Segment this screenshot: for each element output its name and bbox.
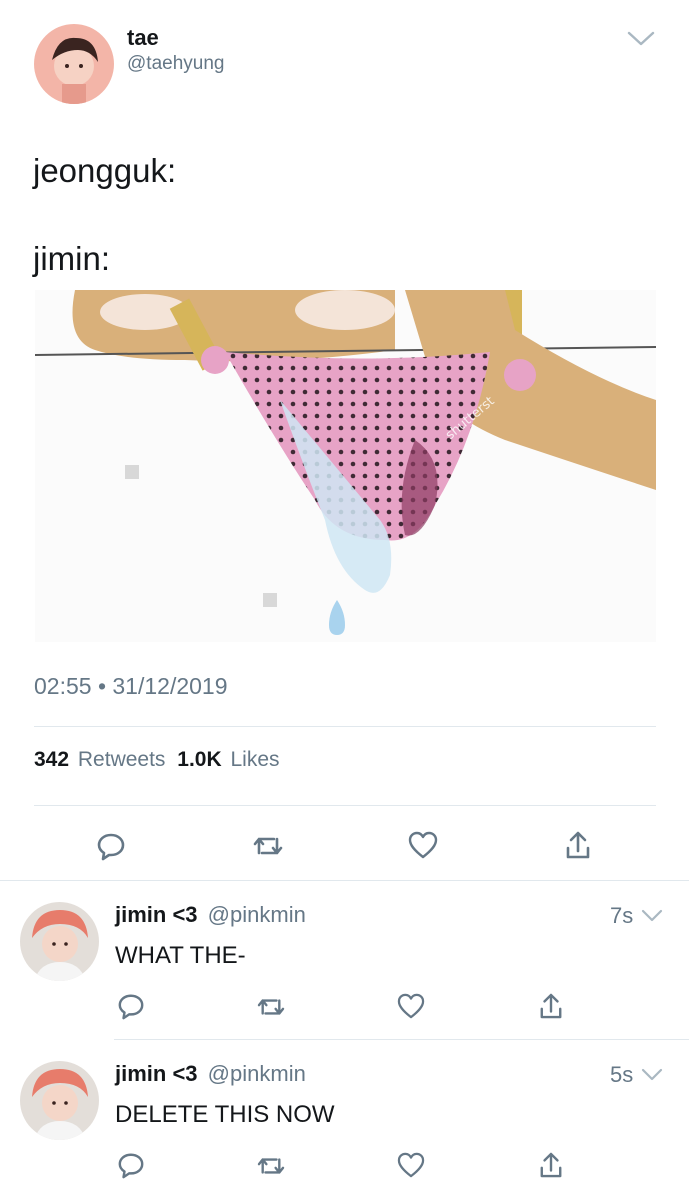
like-icon[interactable] bbox=[397, 993, 425, 1019]
retweet-label[interactable]: Retweets bbox=[78, 748, 166, 771]
reply-time: 5s bbox=[610, 1062, 634, 1087]
tweet-stats: 342 Retweets 1.0K Likes bbox=[34, 748, 280, 772]
reply-author-name[interactable]: jimin <3 bbox=[115, 902, 198, 927]
tweet-text-line-1: jeongguk: bbox=[33, 152, 177, 189]
divider bbox=[34, 726, 656, 727]
divider bbox=[34, 805, 656, 806]
author-name[interactable]: tae bbox=[127, 25, 159, 51]
reply-avatar[interactable] bbox=[20, 902, 99, 981]
share-icon[interactable] bbox=[539, 992, 563, 1020]
reply-author-handle[interactable]: @pinkmin bbox=[208, 1061, 306, 1086]
like-icon[interactable] bbox=[397, 1152, 425, 1178]
reply-time: 7s bbox=[610, 903, 634, 928]
tweet-text-line-2: jimin: bbox=[33, 240, 111, 277]
share-icon[interactable] bbox=[539, 1151, 563, 1179]
author-handle[interactable]: @taehyung bbox=[127, 53, 224, 75]
reply-divider bbox=[114, 1039, 689, 1040]
chevron-down-icon[interactable] bbox=[640, 906, 664, 924]
like-label[interactable]: Likes bbox=[230, 748, 279, 771]
like-count[interactable]: 1.0K bbox=[177, 748, 221, 771]
tweet-timestamp: 02:55 • 31/12/2019 bbox=[34, 673, 228, 699]
reply-icon[interactable] bbox=[117, 1151, 145, 1179]
reply-text: WHAT THE- bbox=[115, 942, 246, 969]
reply-text: DELETE THIS NOW bbox=[115, 1101, 335, 1128]
retweet-count[interactable]: 342 bbox=[34, 748, 69, 771]
retweet-icon[interactable] bbox=[256, 995, 286, 1019]
tweet-image[interactable]: shutterst bbox=[35, 290, 656, 642]
reply-author-name[interactable]: jimin <3 bbox=[115, 1061, 198, 1086]
reply-icon[interactable] bbox=[117, 992, 145, 1020]
author-avatar[interactable] bbox=[34, 24, 114, 104]
reply-author-handle[interactable]: @pinkmin bbox=[208, 902, 306, 927]
reply-avatar[interactable] bbox=[20, 1061, 99, 1140]
retweet-icon[interactable] bbox=[252, 833, 284, 859]
reply-icon[interactable] bbox=[96, 831, 126, 861]
reply-header: jimin <3 @pinkmin bbox=[115, 1061, 306, 1087]
reply-header: jimin <3 @pinkmin bbox=[115, 902, 306, 928]
like-icon[interactable] bbox=[408, 831, 438, 859]
retweet-icon[interactable] bbox=[256, 1154, 286, 1178]
thread-divider bbox=[0, 880, 689, 881]
share-icon[interactable] bbox=[565, 830, 591, 860]
chevron-down-icon[interactable] bbox=[626, 27, 656, 49]
chevron-down-icon[interactable] bbox=[640, 1065, 664, 1083]
